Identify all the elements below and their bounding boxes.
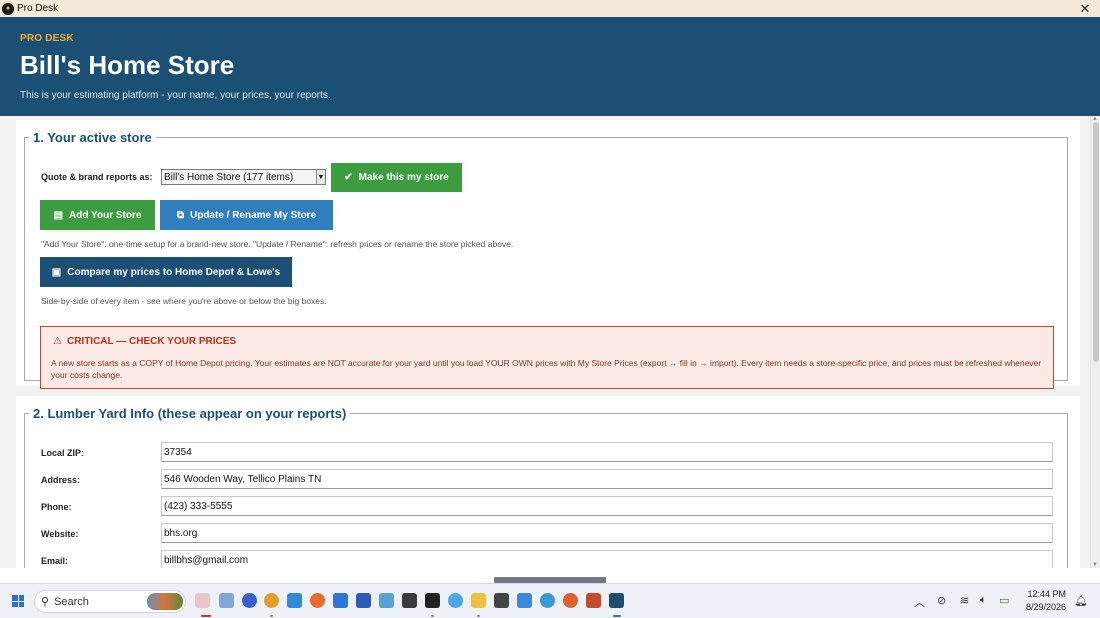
pro-desk-icon[interactable] [609, 593, 624, 608]
address-label: Address: [41, 475, 81, 485]
compare-prices-label: Compare my prices to Home Depot & Lowe's [67, 266, 281, 278]
mail-icon[interactable] [219, 593, 234, 608]
zip-field[interactable]: 37354 [161, 442, 1053, 462]
app-circle-icon[interactable] [242, 593, 257, 608]
update-store-button[interactable]: ⧉ Update / Rename My Store [160, 200, 333, 230]
running-indicator [270, 615, 273, 617]
store-select[interactable]: Bill's Home Store (177 items) ▼ [161, 169, 326, 185]
notepad-icon[interactable] [287, 593, 302, 608]
store-select-value: Bill's Home Store (177 items) [164, 171, 294, 183]
store-icon: ▤ [53, 209, 64, 221]
main-content: 1. Your active store Quote & brand repor… [0, 116, 1090, 568]
website-label: Website: [41, 529, 79, 539]
alert-title: ⚠ CRITICAL — CHECK YOUR PRICES [53, 336, 236, 347]
scrollbar-thumb[interactable] [1093, 122, 1099, 362]
alert-title-text: CRITICAL — CHECK YOUR PRICES [66, 336, 237, 347]
section-title-active-store: 1. Your active store [33, 130, 152, 145]
taskbar: ⚲ Search ︿ ⊘ ≋ 🔈︎ ▭ 12:44 PM 8/29/2026 🔔… [0, 583, 1100, 618]
taskbar-search[interactable]: ⚲ Search [34, 590, 186, 613]
email-label: Email: [41, 556, 69, 566]
zip-label: Local ZIP: [41, 448, 85, 458]
active-app-indicator [201, 615, 211, 617]
terminal-icon[interactable] [425, 593, 440, 608]
update-store-label: Update / Rename My Store [189, 209, 317, 221]
media-icon[interactable] [586, 593, 601, 608]
people-icon[interactable] [448, 593, 463, 608]
chevron-up-icon[interactable]: ︿ [914, 594, 925, 610]
email-field[interactable]: billbhs@gmail.com [161, 550, 1053, 568]
quote-brand-label: Quote & brand reports as: [41, 172, 153, 182]
window-titlebar: ● Pro Desk ✕ [0, 0, 1100, 17]
phone-label: Phone: [41, 502, 72, 512]
search-icon: ⚲ [41, 596, 50, 608]
window-title: Pro Desk [17, 3, 59, 14]
warning-icon: ⚠ [53, 336, 62, 347]
wifi-icon[interactable]: ≋ [960, 594, 969, 607]
edge-icon[interactable] [195, 593, 210, 608]
chrome-icon[interactable] [264, 593, 279, 608]
snipping-icon[interactable] [379, 593, 394, 608]
active-store-group: 1. Your active store Quote & brand repor… [24, 130, 1068, 389]
scroll-down-icon[interactable]: ▼ [1092, 562, 1098, 568]
spark-icon[interactable] [563, 593, 578, 608]
volume-icon[interactable]: 🔈︎ [980, 594, 987, 607]
add-store-button[interactable]: ▤ Add Your Store [40, 200, 155, 230]
make-my-store-label: Make this my store [358, 172, 449, 183]
clock-time: 12:44 PM [1027, 589, 1066, 599]
lumber-yard-group: 2. Lumber Yard Info (these appear on you… [24, 406, 1068, 568]
windows-start-icon[interactable] [12, 595, 24, 607]
taskbar-clock[interactable]: 12:44 PM 8/29/2026 [1026, 588, 1066, 614]
calculator-icon[interactable] [402, 593, 417, 608]
header-kicker: PRO DESK [20, 33, 74, 44]
notification-icon[interactable]: 🔔︎ [1074, 594, 1088, 607]
word-icon[interactable] [356, 593, 371, 608]
lumber-yard-card: 2. Lumber Yard Info (these appear on you… [16, 396, 1080, 568]
edit-icon: ⧉ [176, 209, 184, 221]
compare-icon: ▣ [51, 266, 62, 278]
page-title: Bill's Home Store [20, 50, 235, 80]
store-app-icon[interactable] [494, 593, 509, 608]
add-update-hint: "Add Your Store": one-time setup for a b… [41, 239, 514, 249]
website-field[interactable]: bhs.org [161, 523, 1053, 543]
vpn-icon[interactable] [540, 593, 555, 608]
make-my-store-button[interactable]: ✔ Make this my store [331, 163, 462, 192]
file-explorer-icon[interactable] [471, 593, 486, 608]
compare-prices-button[interactable]: ▣ Compare my prices to Home Depot & Lowe… [40, 257, 292, 287]
firefox-icon[interactable] [310, 593, 325, 608]
alert-body: A new store starts as a COPY of Home Dep… [51, 358, 1042, 380]
search-highlight-icon [147, 593, 183, 610]
chevron-down-icon[interactable]: ▼ [316, 170, 325, 184]
vertical-scrollbar[interactable]: ▲ ▼ [1090, 116, 1100, 568]
page-header: PRO DESK Bill's Home Store This is your … [0, 17, 1100, 116]
running-indicator [477, 615, 480, 617]
photos-icon[interactable] [517, 593, 532, 608]
compare-hint: Side-by-side of every item - see where y… [41, 296, 327, 306]
app-logo-icon: ● [2, 2, 14, 15]
checkmark-icon: ✔ [344, 172, 353, 183]
active-store-card: 1. Your active store Quote & brand repor… [16, 120, 1080, 389]
phone-field[interactable]: (423) 333-5555 [161, 496, 1053, 516]
search-placeholder: Search [54, 595, 89, 608]
battery-icon[interactable]: ▭ [999, 594, 1009, 607]
clock-date: 8/29/2026 [1025, 602, 1066, 612]
critical-alert: ⚠ CRITICAL — CHECK YOUR PRICES A new sto… [40, 326, 1054, 389]
close-icon[interactable]: ✕ [1078, 0, 1092, 17]
address-field[interactable]: 546 Wooden Way, Tellico Plains TN [161, 469, 1053, 489]
vscode-icon[interactable] [333, 593, 348, 608]
section-title-lumber-yard: 2. Lumber Yard Info (these appear on you… [33, 406, 347, 421]
network-off-icon[interactable]: ⊘ [937, 594, 946, 607]
add-store-label: Add Your Store [69, 209, 142, 221]
running-indicator [431, 615, 434, 617]
running-indicator [613, 615, 621, 617]
page-subtitle: This is your estimating platform - your … [20, 90, 331, 101]
